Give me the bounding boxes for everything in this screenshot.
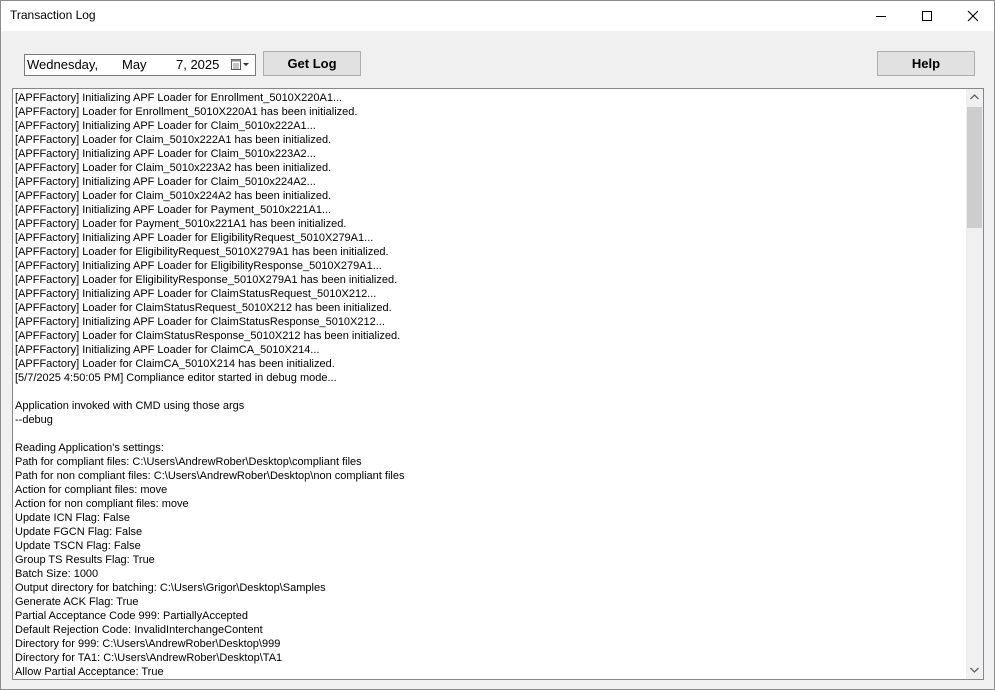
close-icon xyxy=(967,10,979,22)
log-line: Directory for 999: C:\Users\AndrewRober\… xyxy=(15,638,281,650)
log-text-area[interactable]: [APFFactory] Initializing APF Loader for… xyxy=(12,88,984,680)
log-line: [APFFactory] Initializing APF Loader for… xyxy=(15,288,377,300)
log-line: Output directory for batching: C:\Users\… xyxy=(15,582,326,594)
log-line: [APFFactory] Initializing APF Loader for… xyxy=(15,120,316,132)
transaction-log-window: Transaction Log Wednesday, May 7, 2025 G… xyxy=(0,0,995,690)
log-line: [APFFactory] Initializing APF Loader for… xyxy=(15,176,316,188)
log-line: Group TS Results Flag: True xyxy=(15,554,155,566)
log-line: [APFFactory] Loader for ClaimStatusReque… xyxy=(15,302,392,314)
log-line: [APFFactory] Loader for Claim_5010x224A2… xyxy=(15,190,332,202)
date-day-year[interactable]: 7, 2025 xyxy=(176,57,219,72)
log-content[interactable]: [APFFactory] Initializing APF Loader for… xyxy=(15,91,965,677)
log-line: Path for non compliant files: C:\Users\A… xyxy=(15,470,405,482)
log-line: Reading Application's settings: xyxy=(15,442,164,454)
close-button[interactable] xyxy=(950,1,994,31)
log-line: [APFFactory] Initializing APF Loader for… xyxy=(15,344,320,356)
date-day[interactable]: Wednesday, xyxy=(27,57,98,72)
title-bar[interactable]: Transaction Log xyxy=(1,1,994,31)
log-line: [APFFactory] Initializing APF Loader for… xyxy=(15,316,385,328)
vertical-scrollbar[interactable] xyxy=(966,89,983,679)
chevron-down-icon xyxy=(970,667,979,673)
log-line: [APFFactory] Initializing APF Loader for… xyxy=(15,260,382,272)
calendar-dropdown-button[interactable] xyxy=(230,57,252,73)
maximize-icon xyxy=(922,11,932,21)
scroll-down-button[interactable] xyxy=(966,662,983,679)
window-title: Transaction Log xyxy=(10,8,96,22)
minimize-icon xyxy=(876,16,886,17)
calendar-dropdown-icon xyxy=(231,59,249,70)
maximize-button[interactable] xyxy=(904,1,950,31)
log-line: [APFFactory] Loader for Enrollment_5010X… xyxy=(15,106,358,118)
log-line: [APFFactory] Loader for ClaimCA_5010X214… xyxy=(15,358,335,370)
minimize-button[interactable] xyxy=(858,1,904,31)
log-line: Action for non compliant files: move xyxy=(15,498,189,510)
log-line: Update FGCN Flag: False xyxy=(15,526,143,538)
scroll-up-button[interactable] xyxy=(966,89,983,106)
scrollbar-thumb[interactable] xyxy=(967,107,982,228)
log-line: [APFFactory] Loader for Claim_5010x222A1… xyxy=(15,134,332,146)
log-line: Action for compliant files: move xyxy=(15,484,168,496)
date-month[interactable]: May xyxy=(122,57,147,72)
log-line: Batch Size: 1000 xyxy=(15,568,99,580)
log-line: [5/7/2025 4:50:05 PM] Compliance editor … xyxy=(15,372,337,384)
log-line: Application invoked with CMD using those… xyxy=(15,400,245,412)
log-line: [APFFactory] Loader for ClaimStatusRespo… xyxy=(15,330,401,342)
log-line: Update ICN Flag: False xyxy=(15,512,130,524)
chevron-up-icon xyxy=(970,94,979,100)
help-button[interactable]: Help xyxy=(877,51,975,76)
log-line: Generate ACK Flag: True xyxy=(15,596,139,608)
log-line: [APFFactory] Initializing APF Loader for… xyxy=(15,148,316,160)
log-line: [APFFactory] Initializing APF Loader for… xyxy=(15,92,343,104)
log-line: [APFFactory] Loader for EligibilityReque… xyxy=(15,246,389,258)
log-line: Partial Acceptance Code 999: PartiallyAc… xyxy=(15,610,248,622)
log-line: --debug xyxy=(15,414,53,426)
log-line: [APFFactory] Initializing APF Loader for… xyxy=(15,204,332,216)
log-line: Allow Partial Acceptance: True xyxy=(15,666,164,677)
date-picker[interactable]: Wednesday, May 7, 2025 xyxy=(24,54,256,76)
log-line: [APFFactory] Loader for Claim_5010x223A2… xyxy=(15,162,332,174)
log-line: Update TSCN Flag: False xyxy=(15,540,141,552)
log-line: [APFFactory] Loader for Payment_5010x221… xyxy=(15,218,347,230)
log-line: [APFFactory] Loader for EligibilityRespo… xyxy=(15,274,398,286)
log-line: Path for compliant files: C:\Users\Andre… xyxy=(15,456,362,468)
toolbar: Wednesday, May 7, 2025 Get Log Help xyxy=(1,31,994,89)
log-line: Default Rejection Code: InvalidInterchan… xyxy=(15,624,263,636)
get-log-button[interactable]: Get Log xyxy=(263,51,361,76)
log-line: [APFFactory] Initializing APF Loader for… xyxy=(15,232,374,244)
log-line: Directory for TA1: C:\Users\AndrewRober\… xyxy=(15,652,283,664)
